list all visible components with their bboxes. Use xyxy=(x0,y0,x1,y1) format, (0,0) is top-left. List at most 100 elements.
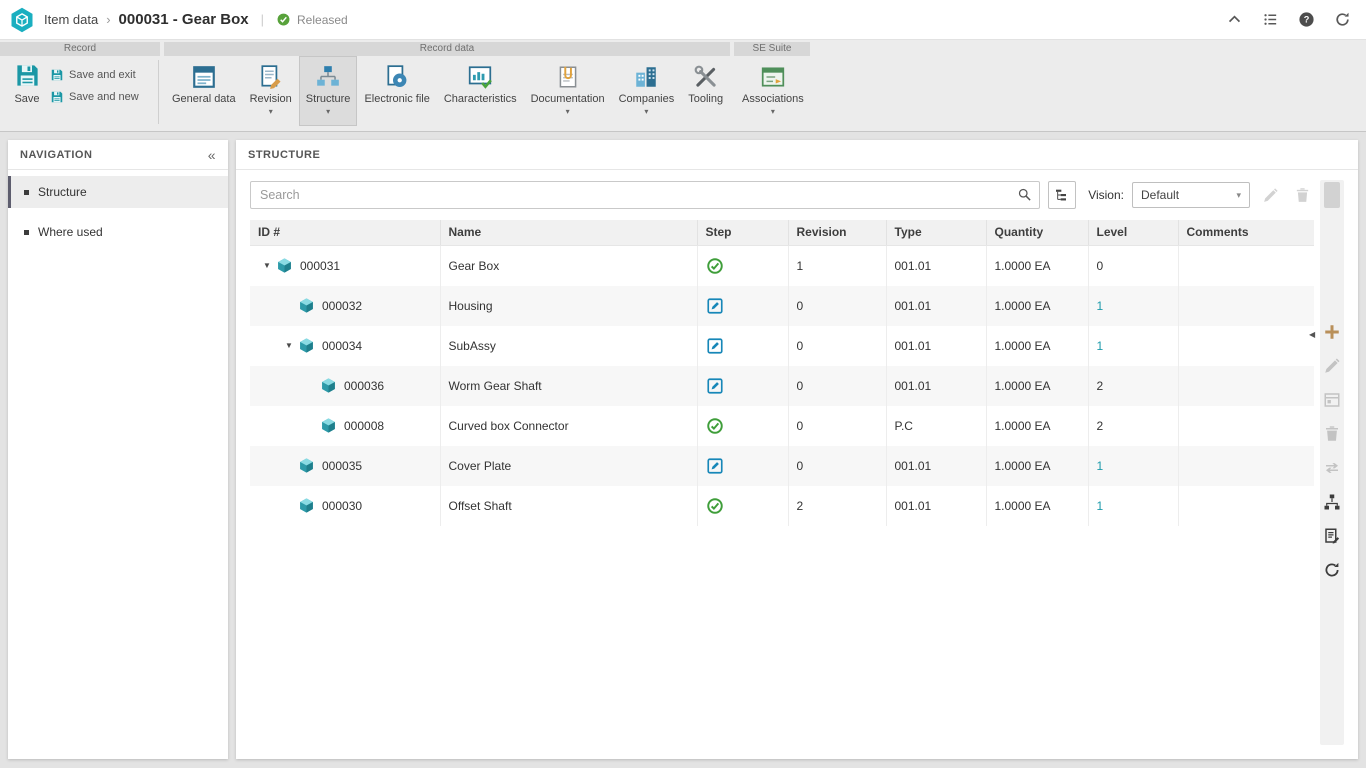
ribbon-tab-companies[interactable]: Companies ▾ xyxy=(612,56,682,126)
add-item-button[interactable] xyxy=(1322,322,1342,342)
ribbon-tab-structure[interactable]: Structure ▾ xyxy=(299,56,358,126)
move-item-button[interactable] xyxy=(1322,458,1342,478)
breadcrumb-chevron-icon: › xyxy=(106,12,110,27)
column-header-type[interactable]: Type xyxy=(886,220,986,245)
ribbon-tab-label: Electronic file xyxy=(364,93,429,105)
chevron-down-icon: ▾ xyxy=(326,108,330,115)
ribbon-group-record-data: Record data xyxy=(164,42,730,56)
search-input[interactable] xyxy=(250,181,1040,209)
item-id[interactable]: 000031 xyxy=(300,259,340,273)
ribbon-tab-icon xyxy=(191,64,217,90)
step-status-icon xyxy=(706,457,724,475)
ribbon-tab-icon xyxy=(555,64,581,90)
tree-view-button[interactable] xyxy=(1048,181,1076,209)
ribbon-tab-label: Characteristics xyxy=(444,93,517,105)
help-icon xyxy=(1298,11,1315,28)
column-header-step[interactable]: Step xyxy=(697,220,788,245)
column-header-name[interactable]: Name xyxy=(440,220,697,245)
ribbon-tab-general-data[interactable]: General data ▾ xyxy=(165,56,243,126)
save-button[interactable]: Save xyxy=(4,62,50,132)
column-header-id-[interactable]: ID # xyxy=(250,220,440,245)
expand-arrow-icon[interactable]: ▼ xyxy=(280,341,298,350)
item-id[interactable]: 000008 xyxy=(344,419,384,433)
ribbon-tab-associations[interactable]: Associations ▾ xyxy=(735,56,811,126)
menu-list-button[interactable] xyxy=(1260,10,1280,30)
item-comments xyxy=(1178,486,1314,526)
vision-select[interactable]: Default ▾ xyxy=(1132,182,1250,208)
item-id[interactable]: 000036 xyxy=(344,379,384,393)
item-type: P.C xyxy=(886,406,986,446)
item-id[interactable]: 000030 xyxy=(322,499,362,513)
item-cube-icon xyxy=(320,377,337,394)
edit-vision-button[interactable] xyxy=(1258,183,1282,207)
sidebar-item-where-used[interactable]: Where used xyxy=(8,216,228,248)
item-name: Housing xyxy=(440,286,697,326)
status-badge: Released xyxy=(276,12,348,27)
ribbon-tab-label: Revision xyxy=(250,93,292,105)
ribbon-tab-tooling[interactable]: Tooling ▾ xyxy=(681,56,730,126)
item-level: 2 xyxy=(1088,366,1178,406)
ribbon-tab-revision[interactable]: Revision ▾ xyxy=(243,56,299,126)
vision-label: Vision: xyxy=(1088,188,1124,202)
column-header-revision[interactable]: Revision xyxy=(788,220,886,245)
view-item-button[interactable] xyxy=(1322,390,1342,410)
table-row[interactable]: 000008 Curved box Connector 0 P.C 1.0000… xyxy=(250,406,1314,446)
ribbon-tab-label: Documentation xyxy=(531,93,605,105)
item-revision: 1 xyxy=(788,245,886,286)
delete-item-button[interactable] xyxy=(1322,424,1342,444)
item-type: 001.01 xyxy=(886,486,986,526)
table-row[interactable]: ▼ 000034 SubAssy 0 001.01 1.0000 EA 1 xyxy=(250,326,1314,366)
ribbon-tab-characteristics[interactable]: Characteristics ▾ xyxy=(437,56,524,126)
item-level: 2 xyxy=(1088,406,1178,446)
hierarchy-icon xyxy=(1323,493,1341,511)
column-header-comments[interactable]: Comments xyxy=(1178,220,1314,245)
chevron-down-icon: ▾ xyxy=(566,108,570,115)
collapse-header-button[interactable] xyxy=(1224,10,1244,30)
expand-arrow-icon[interactable]: ▼ xyxy=(258,261,276,270)
released-check-icon xyxy=(276,12,291,27)
item-type: 001.01 xyxy=(886,245,986,286)
save-icon xyxy=(14,62,41,89)
column-header-quantity[interactable]: Quantity xyxy=(986,220,1088,245)
refresh-icon xyxy=(1323,561,1341,579)
refresh-structure-button[interactable] xyxy=(1322,560,1342,580)
table-row[interactable]: 000035 Cover Plate 0 001.01 1.0000 EA 1 xyxy=(250,446,1314,486)
column-header-level[interactable]: Level xyxy=(1088,220,1178,245)
table-row[interactable]: 000036 Worm Gear Shaft 0 001.01 1.0000 E… xyxy=(250,366,1314,406)
report-button[interactable] xyxy=(1322,526,1342,546)
save-and-new-button[interactable]: Save and new xyxy=(50,90,139,104)
table-row[interactable]: 000030 Offset Shaft 2 001.01 1.0000 EA 1 xyxy=(250,486,1314,526)
ribbon-tab-documentation[interactable]: Documentation ▾ xyxy=(524,56,612,126)
save-label: Save xyxy=(14,93,39,105)
search-icon[interactable] xyxy=(1017,187,1032,202)
item-id[interactable]: 000032 xyxy=(322,299,362,313)
edit-item-button[interactable] xyxy=(1322,356,1342,376)
collapse-sidebar-icon[interactable]: « xyxy=(208,147,216,163)
navigation-panel: NAVIGATION « Structure Where used xyxy=(8,140,228,759)
item-cube-icon xyxy=(320,417,337,434)
delete-vision-button[interactable] xyxy=(1290,183,1314,207)
item-name: SubAssy xyxy=(440,326,697,366)
sidebar-item-structure[interactable]: Structure xyxy=(8,176,228,208)
trash-icon xyxy=(1294,187,1311,204)
hierarchy-view-button[interactable] xyxy=(1322,492,1342,512)
item-id[interactable]: 000035 xyxy=(322,459,362,473)
ribbon-tab-label: Structure xyxy=(306,93,351,105)
ribbon-tab-electronic-file[interactable]: Electronic file ▾ xyxy=(357,56,436,126)
ribbon-group-labels: Record Record data SE Suite xyxy=(0,40,1366,56)
reload-button[interactable] xyxy=(1332,10,1352,30)
tree-view-icon xyxy=(1054,187,1070,203)
save-and-exit-button[interactable]: Save and exit xyxy=(50,68,139,82)
item-revision: 0 xyxy=(788,406,886,446)
breadcrumb[interactable]: Item data xyxy=(44,12,98,27)
help-button[interactable] xyxy=(1296,10,1316,30)
collapse-rail-icon[interactable]: ◀ xyxy=(1309,330,1315,339)
vertical-scrollbar-thumb[interactable] xyxy=(1324,182,1340,208)
app-logo-icon[interactable] xyxy=(8,6,36,34)
table-header-row: ID #NameStepRevisionTypeQuantityLevelCom… xyxy=(250,220,1314,245)
item-id[interactable]: 000034 xyxy=(322,339,362,353)
table-row[interactable]: ▼ 000031 Gear Box 1 001.01 1.0000 EA 0 xyxy=(250,245,1314,286)
table-row[interactable]: 000032 Housing 0 001.01 1.0000 EA 1 xyxy=(250,286,1314,326)
structure-panel: STRUCTURE Vision: Default ▾ xyxy=(236,140,1358,759)
save-exit-icon xyxy=(50,68,64,82)
